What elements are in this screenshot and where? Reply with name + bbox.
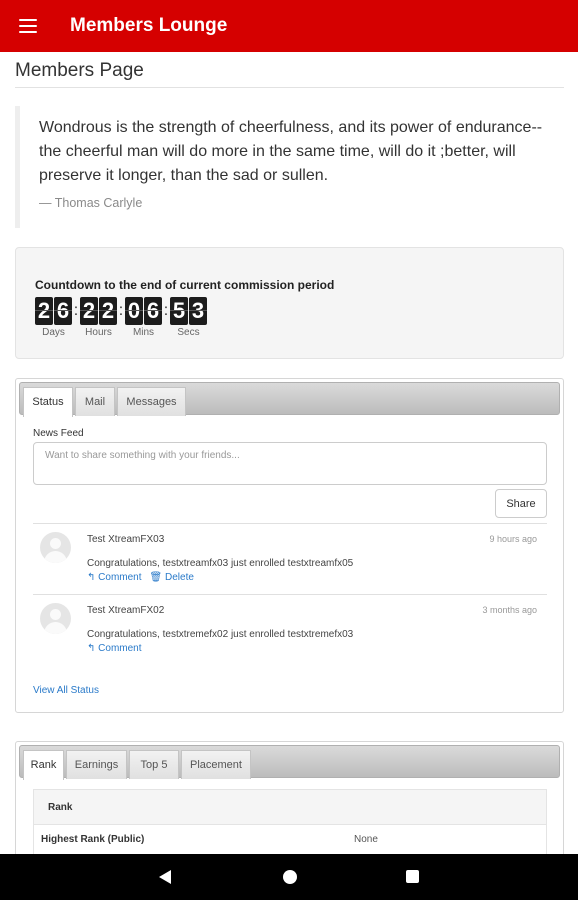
countdown-hours: 2 2 Hours bbox=[80, 297, 117, 338]
app-bar: Members Lounge bbox=[0, 0, 578, 52]
countdown-days: 2 6 Days bbox=[35, 297, 72, 338]
countdown-secs: 5 3 Secs bbox=[170, 297, 207, 338]
countdown-title: Countdown to the end of current commissi… bbox=[35, 278, 335, 292]
tab-mail[interactable]: Mail bbox=[75, 387, 115, 416]
page-title: Members Page bbox=[15, 60, 144, 81]
status-input[interactable] bbox=[33, 442, 547, 485]
tab-earnings[interactable]: Earnings bbox=[66, 750, 127, 779]
countdown-digit: 0 bbox=[125, 297, 143, 325]
tab-messages[interactable]: Messages bbox=[117, 387, 186, 416]
countdown-label: Days bbox=[42, 327, 65, 338]
delete-label: Delete bbox=[165, 572, 194, 583]
home-icon[interactable] bbox=[283, 870, 297, 884]
countdown-well: Countdown to the end of current commissi… bbox=[15, 247, 564, 359]
countdown-label: Mins bbox=[132, 327, 155, 338]
quote-author: — Thomas Carlyle bbox=[39, 196, 143, 210]
back-icon[interactable] bbox=[159, 870, 171, 884]
divider bbox=[15, 87, 564, 88]
feed-item: Test XtreamFX02 3 months ago Congratulat… bbox=[33, 594, 547, 664]
countdown-digit: 2 bbox=[35, 297, 53, 325]
feed-item-name: Test XtreamFX02 bbox=[87, 605, 165, 616]
feed-item-time: 9 hours ago bbox=[489, 534, 537, 544]
tab-status[interactable]: Status bbox=[23, 387, 73, 417]
feed-item-text: Congratulations, testxtremefx02 just enr… bbox=[87, 629, 354, 640]
rank-table-header: Rank bbox=[34, 790, 546, 825]
countdown-mins: 0 6 Mins bbox=[125, 297, 162, 338]
tab-rank[interactable]: Rank bbox=[23, 750, 64, 780]
rank-tab-bar: Rank Earnings Top 5 Placement bbox=[19, 745, 560, 780]
countdown-digit: 2 bbox=[80, 297, 98, 325]
quote-text: Wondrous is the strength of cheerfulness… bbox=[39, 119, 543, 184]
recents-icon[interactable] bbox=[406, 870, 419, 883]
news-feed-label: News Feed bbox=[33, 428, 84, 439]
hamburger-menu-icon[interactable] bbox=[19, 19, 37, 33]
countdown-digit: 6 bbox=[54, 297, 72, 325]
tab-placement[interactable]: Placement bbox=[181, 750, 251, 779]
app-title: Members Lounge bbox=[70, 15, 228, 36]
tab-top-5[interactable]: Top 5 bbox=[129, 750, 179, 779]
countdown-separator: : bbox=[73, 302, 79, 319]
rank-row-value: None bbox=[354, 834, 378, 845]
quote-block: Wondrous is the strength of cheerfulness… bbox=[15, 106, 564, 228]
rank-row-key: Highest Rank (Public) bbox=[41, 834, 145, 845]
avatar bbox=[40, 532, 71, 563]
trash-icon: 🗑 bbox=[149, 572, 163, 583]
countdown-digit: 2 bbox=[99, 297, 117, 325]
reply-icon: ↰ bbox=[87, 643, 96, 654]
countdown-timer: 2 6 Days : 2 2 Hours : 0 6 Mins : 5 3 Se… bbox=[35, 297, 207, 338]
countdown-digit: 3 bbox=[189, 297, 207, 325]
status-tab-bar: Status Mail Messages bbox=[19, 382, 560, 417]
countdown-separator: : bbox=[118, 302, 124, 319]
table-row: Highest Rank (Public) None bbox=[34, 825, 546, 857]
feed-item-actions: ↰ Comment bbox=[87, 643, 142, 654]
rank-panel: Rank Earnings Top 5 Placement Rank Highe… bbox=[15, 741, 564, 871]
countdown-separator: : bbox=[163, 302, 169, 319]
countdown-label: Secs bbox=[177, 327, 200, 338]
comment-label: Comment bbox=[98, 643, 142, 654]
delete-link[interactable]: 🗑 Delete bbox=[150, 572, 194, 583]
system-nav-bar bbox=[0, 854, 578, 900]
comment-label: Comment bbox=[98, 572, 142, 583]
avatar bbox=[40, 603, 71, 634]
status-panel: Status Mail Messages News Feed Share Tes… bbox=[15, 378, 564, 713]
feed-item-actions: ↰ Comment 🗑 Delete bbox=[87, 572, 194, 583]
countdown-digit: 5 bbox=[170, 297, 188, 325]
comment-link[interactable]: ↰ Comment bbox=[87, 572, 142, 583]
feed-item-name: Test XtreamFX03 bbox=[87, 534, 165, 545]
countdown-label: Hours bbox=[85, 327, 112, 338]
rank-table: Rank Highest Rank (Public) None bbox=[33, 789, 547, 857]
feed-item-time: 3 months ago bbox=[482, 605, 537, 615]
feed-item: Test XtreamFX03 9 hours ago Congratulati… bbox=[33, 523, 547, 594]
countdown-digit: 6 bbox=[144, 297, 162, 325]
feed-item-text: Congratulations, testxtreamfx03 just enr… bbox=[87, 558, 354, 569]
comment-link[interactable]: ↰ Comment bbox=[87, 643, 142, 654]
view-all-status-link[interactable]: View All Status bbox=[33, 685, 99, 696]
share-button[interactable]: Share bbox=[495, 489, 547, 518]
reply-icon: ↰ bbox=[87, 572, 96, 583]
